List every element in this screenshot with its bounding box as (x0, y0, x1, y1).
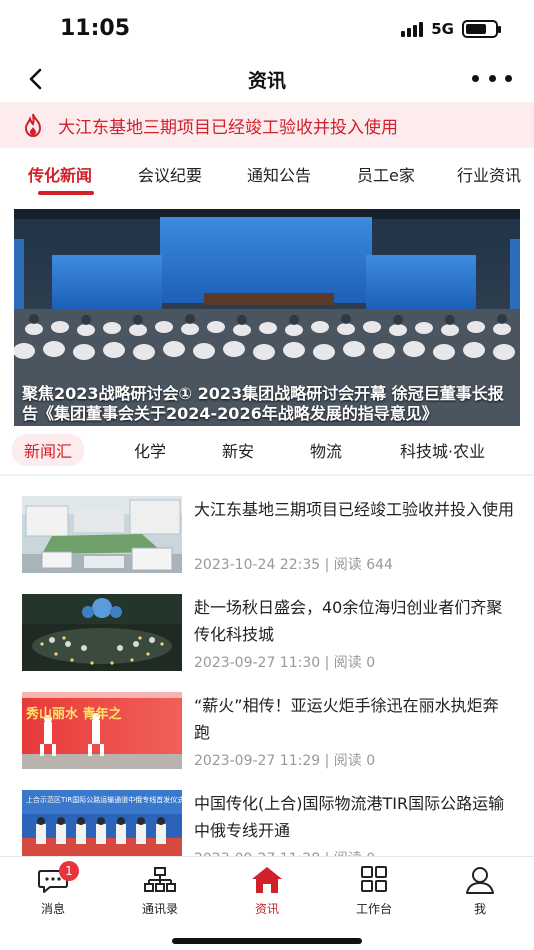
status-bar: 11:05 5G (0, 0, 534, 58)
page-title: 资讯 (247, 70, 286, 92)
divider (0, 474, 534, 476)
sub-tabs: 新闻汇 化学 新安 物流 科技城·农业 (0, 430, 534, 470)
home-icon (252, 867, 282, 893)
tab-messages[interactable]: 1 消息 (13, 861, 93, 917)
tab-industry-news[interactable]: 行业资讯 (457, 162, 521, 186)
news-meta: 2023-09-27 11:29 | 阅读 0 (194, 753, 376, 769)
dot-icon (488, 74, 496, 82)
news-item[interactable]: 大江东基地三期项目已经竣工验收并投入使用 2023-10-24 22:35 | … (0, 496, 534, 591)
torch-relay-photo: 秀山丽水 青年之 (22, 692, 182, 769)
tab-label: 消息 (40, 902, 65, 916)
announcement-bar[interactable]: 大江东基地三期项目已经竣工验收并投入使用 (0, 102, 534, 148)
night-event-photo (22, 594, 182, 671)
tab-contacts[interactable]: 通讯录 (120, 865, 200, 917)
news-meta: 2023-09-27 11:30 | 阅读 0 (194, 655, 376, 671)
org-chart-icon (144, 867, 176, 892)
tab-chuanhua-news[interactable]: 传化新闻 (28, 162, 92, 186)
dot-icon (472, 74, 479, 82)
news-title: 大江东基地三期项目已经竣工验收并投入使用 (194, 500, 515, 519)
news-thumbnail (22, 594, 182, 671)
tab-label: 资讯 (254, 902, 279, 916)
category-tabs: 传化新闻 会议纪要 通知公告 员工e家 行业资讯 (0, 150, 534, 198)
fire-icon (24, 113, 42, 137)
unread-badge: 1 (59, 861, 79, 881)
status-time: 11:05 (60, 16, 131, 41)
tab-label: 工作台 (355, 902, 392, 916)
tab-meeting-minutes[interactable]: 会议纪要 (138, 162, 202, 186)
dot-icon (505, 74, 512, 82)
tab-employee-home[interactable]: 员工e家 (357, 162, 415, 186)
news-thumbnail (22, 496, 182, 573)
tab-label: 通讯录 (141, 902, 178, 916)
bottom-tab-bar: 1 消息 通讯录 资讯 工作台 我 (0, 856, 534, 950)
network-label: 5G (431, 20, 454, 38)
subtab-xinan[interactable]: 新安 (222, 438, 254, 462)
nav-bar: 资讯 (0, 58, 534, 100)
subtab-logistics[interactable]: 物流 (310, 438, 342, 462)
hero-caption: 聚焦2023战略研讨会① 2023集团战略研讨会开幕 徐冠巨董事长报告《集团董事… (22, 384, 504, 423)
status-indicators: 5G (401, 20, 501, 38)
active-tab-indicator (38, 191, 94, 195)
subtab-news-digest[interactable]: 新闻汇 (12, 434, 85, 466)
news-title: “薪火”相传！亚运火炬手徐迅在丽水执炬奔跑 (194, 696, 499, 742)
news-title: 中国传化(上合)国际物流港TIR国际公路运输中俄专线开通 (194, 794, 505, 840)
signal-icon (401, 21, 424, 37)
hero-banner[interactable]: 聚焦2023战略研讨会① 2023集团战略研讨会开幕 徐冠巨董事长报告《集团董事… (14, 209, 520, 426)
factory-aerial-photo (22, 496, 182, 573)
grid-icon (361, 866, 387, 892)
more-button[interactable] (472, 68, 512, 88)
tab-news[interactable]: 资讯 (227, 865, 307, 917)
home-indicator (172, 938, 362, 944)
battery-icon (462, 20, 501, 38)
news-item[interactable]: 赴一场秋日盛会，40余位海归创业者们齐聚传化科技城 2023-09-27 11:… (0, 594, 534, 689)
person-icon (466, 867, 494, 894)
tab-me[interactable]: 我 (440, 865, 520, 917)
subtab-tech-city-agriculture[interactable]: 科技城·农业 (400, 438, 485, 462)
news-title: 赴一场秋日盛会，40余位海归创业者们齐聚传化科技城 (194, 598, 503, 644)
news-item[interactable]: 秀山丽水 青年之 “薪火”相传！亚运火炬手徐迅在丽水执炬奔跑 2023-09-2… (0, 692, 534, 787)
subtab-chemical[interactable]: 化学 (134, 438, 166, 462)
news-thumbnail: 秀山丽水 青年之 (22, 692, 182, 769)
tab-workbench[interactable]: 工作台 (334, 865, 414, 917)
announcement-text: 大江东基地三期项目已经竣工验收并投入使用 (58, 117, 398, 138)
thumb-slogan: 秀山丽水 青年之 (25, 706, 122, 722)
tab-notices[interactable]: 通知公告 (247, 162, 311, 186)
thumb-banner-text: 上合示范区TIR国际公路运输通道中俄专线首发仪式 (26, 795, 182, 804)
tab-label: 我 (473, 902, 486, 916)
news-meta: 2023-10-24 22:35 | 阅读 644 (194, 557, 393, 573)
